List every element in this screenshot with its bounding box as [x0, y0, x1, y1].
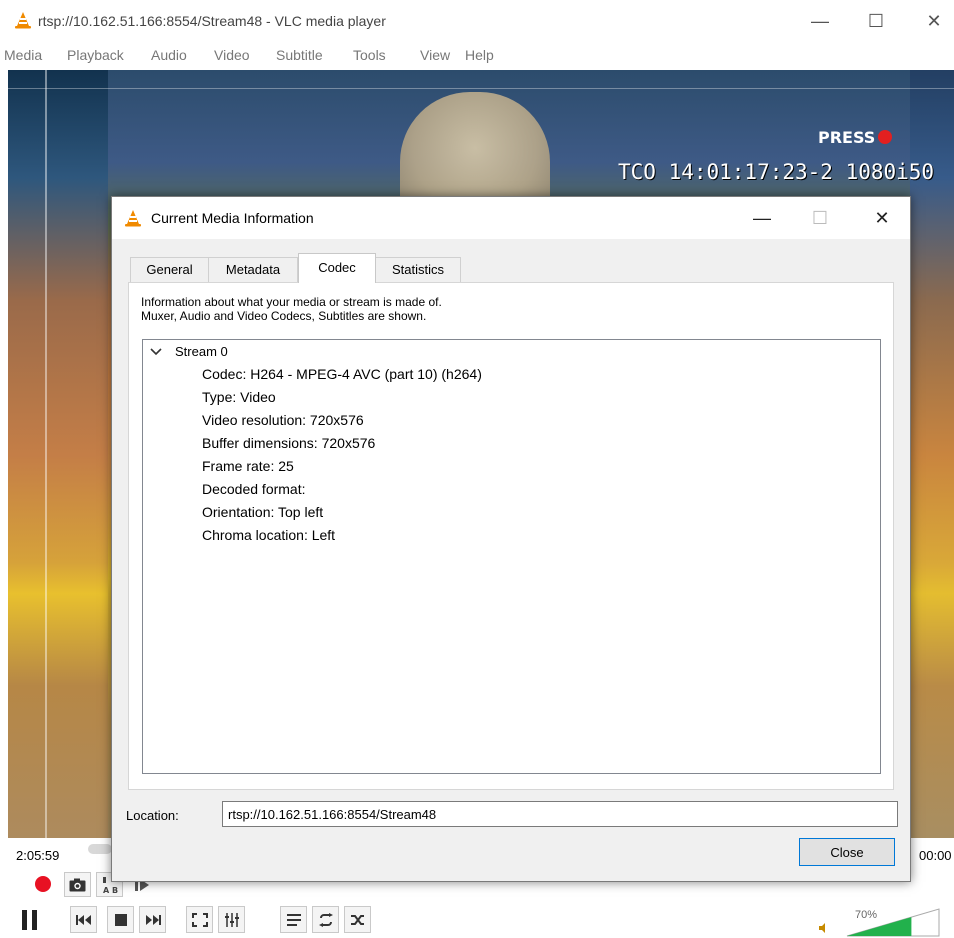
- close-button[interactable]: Close: [799, 838, 895, 866]
- press-overlay: PRESS: [818, 128, 876, 147]
- menu-tools[interactable]: Tools: [353, 47, 386, 63]
- loop-button[interactable]: [312, 906, 339, 933]
- time-total: 00:00: [919, 848, 952, 863]
- vlc-cone-icon: [15, 12, 31, 29]
- tree-item-codec[interactable]: Codec: H264 - MPEG-4 AVC (part 10) (h264…: [202, 366, 482, 382]
- playlist-button[interactable]: [280, 906, 307, 933]
- record-button[interactable]: [29, 870, 57, 898]
- menu-subtitle[interactable]: Subtitle: [276, 47, 323, 63]
- tree-item-frame-rate[interactable]: Frame rate: 25: [202, 458, 294, 474]
- codec-panel: Information about what your media or str…: [128, 282, 894, 790]
- tab-general[interactable]: General: [130, 257, 209, 282]
- tree-item-buffer-dimensions[interactable]: Buffer dimensions: 720x576: [202, 435, 375, 451]
- stream-label: Stream 0: [175, 344, 228, 359]
- camera-icon: [69, 878, 86, 891]
- minimize-button[interactable]: —: [800, 8, 840, 34]
- dialog-title: Current Media Information: [151, 210, 314, 226]
- speaker-glyph-icon: [819, 923, 825, 933]
- tree-item-decoded-format[interactable]: Decoded format:: [202, 481, 306, 497]
- extended-settings-button[interactable]: [218, 906, 245, 933]
- volume-slider[interactable]: [845, 907, 941, 938]
- record-icon: [35, 876, 51, 892]
- dialog-minimize-button[interactable]: —: [742, 205, 782, 231]
- shuffle-icon: [350, 914, 364, 925]
- snapshot-button[interactable]: [64, 872, 91, 897]
- press-record-dot: [878, 130, 892, 144]
- codec-tree[interactable]: Stream 0 Codec: H264 - MPEG-4 AVC (part …: [142, 339, 881, 774]
- window-title: rtsp://10.162.51.166:8554/Stream48 - VLC…: [38, 13, 386, 29]
- maximize-button[interactable]: ☐: [856, 8, 896, 34]
- tab-codec[interactable]: Codec: [298, 253, 376, 283]
- time-elapsed: 2:05:59: [16, 848, 60, 863]
- close-window-button[interactable]: ✕: [914, 8, 954, 34]
- loop-icon: [318, 912, 333, 927]
- chevron-down-icon[interactable]: [149, 345, 163, 359]
- video-left-region: [8, 70, 108, 840]
- menu-bar: Media Playback Audio Video Subtitle Tool…: [0, 42, 954, 70]
- dialog-close-icon[interactable]: ✕: [862, 205, 902, 231]
- location-label: Location:: [126, 808, 179, 823]
- tree-item-type[interactable]: Type: Video: [202, 389, 276, 405]
- location-field[interactable]: [222, 801, 898, 827]
- pause-icon: [22, 910, 37, 930]
- shuffle-button[interactable]: [344, 906, 371, 933]
- video-right-region: [910, 70, 954, 840]
- media-info-dialog: Current Media Information — ☐ ✕ General …: [111, 196, 911, 882]
- vlc-cone-icon: [125, 210, 141, 227]
- skip-forward-icon: [145, 914, 161, 925]
- tree-item-video-resolution[interactable]: Video resolution: 720x576: [202, 412, 364, 428]
- menu-audio[interactable]: Audio: [151, 47, 187, 63]
- playlist-icon: [286, 913, 301, 926]
- codec-description-line2: Muxer, Audio and Video Codecs, Subtitles…: [141, 309, 427, 323]
- stop-icon: [114, 913, 127, 926]
- menu-video[interactable]: Video: [214, 47, 250, 63]
- speaker-icon[interactable]: [818, 922, 830, 937]
- tree-item-orientation[interactable]: Orientation: Top left: [202, 504, 323, 520]
- menu-media[interactable]: Media: [4, 47, 42, 63]
- menu-playback[interactable]: Playback: [67, 47, 124, 63]
- video-vertical-line: [45, 70, 47, 840]
- tab-metadata[interactable]: Metadata: [208, 257, 298, 282]
- menu-help[interactable]: Help: [465, 47, 494, 63]
- skip-back-icon: [75, 914, 91, 925]
- video-horizontal-line: [8, 88, 954, 89]
- timecode-overlay: TCO 14:01:17:23-2 1080i50: [618, 160, 935, 184]
- menu-view[interactable]: View: [420, 47, 450, 63]
- fullscreen-icon: [191, 912, 208, 927]
- pause-button[interactable]: [14, 904, 46, 936]
- equalizer-icon: [224, 912, 239, 927]
- codec-description-line1: Information about what your media or str…: [141, 295, 442, 309]
- fullscreen-button[interactable]: [186, 906, 213, 933]
- tree-item-stream[interactable]: Stream 0: [149, 344, 228, 359]
- tab-statistics[interactable]: Statistics: [375, 257, 461, 282]
- tree-item-chroma-location[interactable]: Chroma location: Left: [202, 527, 335, 543]
- stop-button[interactable]: [107, 906, 134, 933]
- previous-button[interactable]: [70, 906, 97, 933]
- next-button[interactable]: [139, 906, 166, 933]
- seek-bar[interactable]: [88, 844, 112, 854]
- dialog-maximize-button: ☐: [811, 208, 829, 228]
- svg-text:A B: A B: [103, 886, 118, 894]
